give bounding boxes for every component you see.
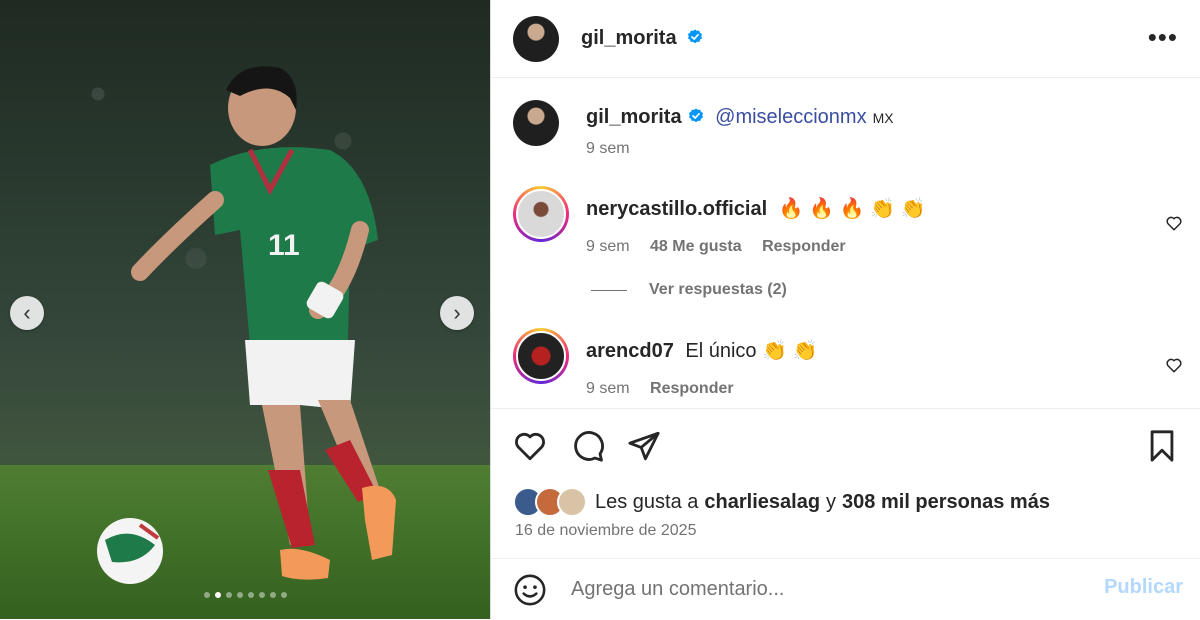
comment-input[interactable] [569, 577, 1073, 602]
verified-icon [688, 29, 703, 44]
publish-button[interactable]: Publicar [1104, 576, 1183, 599]
comment-composer: Publicar [491, 558, 1200, 620]
player-photo: 11 [97, 66, 396, 584]
author-name-group: gil_morita [581, 27, 703, 50]
caption-time[interactable]: 9 sem [586, 140, 630, 157]
more-options-button[interactable]: ••• [1148, 22, 1178, 53]
comment-time[interactable]: 9 sem [586, 238, 630, 255]
reply-button[interactable]: Responder [762, 238, 846, 255]
comment-meta: 9 sem 48 Me gusta Responder [586, 238, 862, 256]
liker-username[interactable]: charliesalag [704, 491, 820, 514]
next-slide-button[interactable]: › [440, 296, 474, 330]
caption-username[interactable]: gil_morita [586, 106, 682, 128]
caption-mention-link[interactable]: @miseleccionmx [715, 106, 866, 128]
comment-text: arencd07 El único 👏 👏 [586, 338, 817, 363]
view-replies-button[interactable]: Ver respuestas (2) [591, 281, 787, 299]
share-icon[interactable] [627, 429, 661, 463]
post-actions: Les gusta a charliesalag y 308 mil perso… [491, 408, 1200, 559]
commenter-username[interactable]: nerycastillo.official [586, 198, 767, 220]
likes-summary: Les gusta a charliesalag y 308 mil perso… [513, 487, 1050, 517]
carousel-dot [236, 592, 243, 598]
carousel-dot [269, 592, 276, 598]
post-media[interactable]: 11 ‹ › [0, 0, 490, 619]
heart-icon[interactable] [513, 429, 547, 463]
verified-icon [688, 108, 703, 123]
carousel-dot [225, 592, 232, 598]
carousel-indicator [0, 592, 490, 598]
post-detail-panel: gil_morita ••• gil_morita @miseleccionmx… [490, 0, 1200, 619]
carousel-dot [258, 592, 265, 598]
comment-heart-icon[interactable] [1165, 356, 1183, 374]
likes-others[interactable]: 308 mil personas más [842, 491, 1050, 514]
commenter-username[interactable]: arencd07 [586, 340, 674, 362]
commenter-avatar-image [516, 189, 566, 239]
caption-author-avatar[interactable] [513, 100, 559, 146]
author-avatar[interactable] [513, 15, 559, 62]
carousel-dot-active [214, 592, 221, 598]
comment-icon[interactable] [571, 429, 605, 463]
liker-avatar[interactable] [557, 487, 587, 517]
caption-meta: 9 sem [586, 140, 646, 158]
likes-connector: y [826, 490, 837, 513]
likes-prefix: Les gusta a [595, 490, 699, 513]
reply-button[interactable]: Responder [650, 380, 734, 397]
emoji-icon[interactable] [513, 573, 547, 607]
comment-body: 🔥 🔥 🔥 👏 👏 [778, 198, 926, 220]
comment-body: El único 👏 👏 [685, 340, 818, 362]
caption-text: gil_morita @miseleccionmx MX [586, 106, 894, 129]
author-username[interactable]: gil_morita [581, 27, 677, 49]
caption-country-code: MX [872, 110, 894, 126]
carousel-dot [247, 592, 254, 598]
comment-text: nerycastillo.official 🔥 🔥 🔥 👏 👏 [586, 196, 925, 221]
comments-section: gil_morita @miseleccionmx MX 9 sem neryca… [491, 78, 1200, 408]
svg-text:11: 11 [268, 229, 300, 262]
commenter-avatar[interactable] [513, 186, 569, 242]
comment-time[interactable]: 9 sem [586, 380, 630, 397]
view-replies-label: Ver respuestas (2) [649, 281, 787, 298]
post-header: gil_morita ••• [491, 0, 1200, 78]
liker-avatars [513, 487, 587, 517]
comment-likes[interactable]: 48 Me gusta [650, 238, 742, 255]
carousel-dot [203, 592, 210, 598]
commenter-avatar[interactable] [513, 328, 569, 384]
comment-heart-icon[interactable] [1165, 214, 1183, 232]
commenter-avatar-image [516, 331, 566, 381]
save-icon[interactable] [1145, 429, 1179, 463]
post-date[interactable]: 16 de noviembre de 2025 [515, 522, 696, 540]
comment-meta: 9 sem Responder [586, 380, 750, 398]
carousel-dot [280, 592, 287, 598]
replies-divider [591, 289, 627, 291]
previous-slide-button[interactable]: ‹ [10, 296, 44, 330]
